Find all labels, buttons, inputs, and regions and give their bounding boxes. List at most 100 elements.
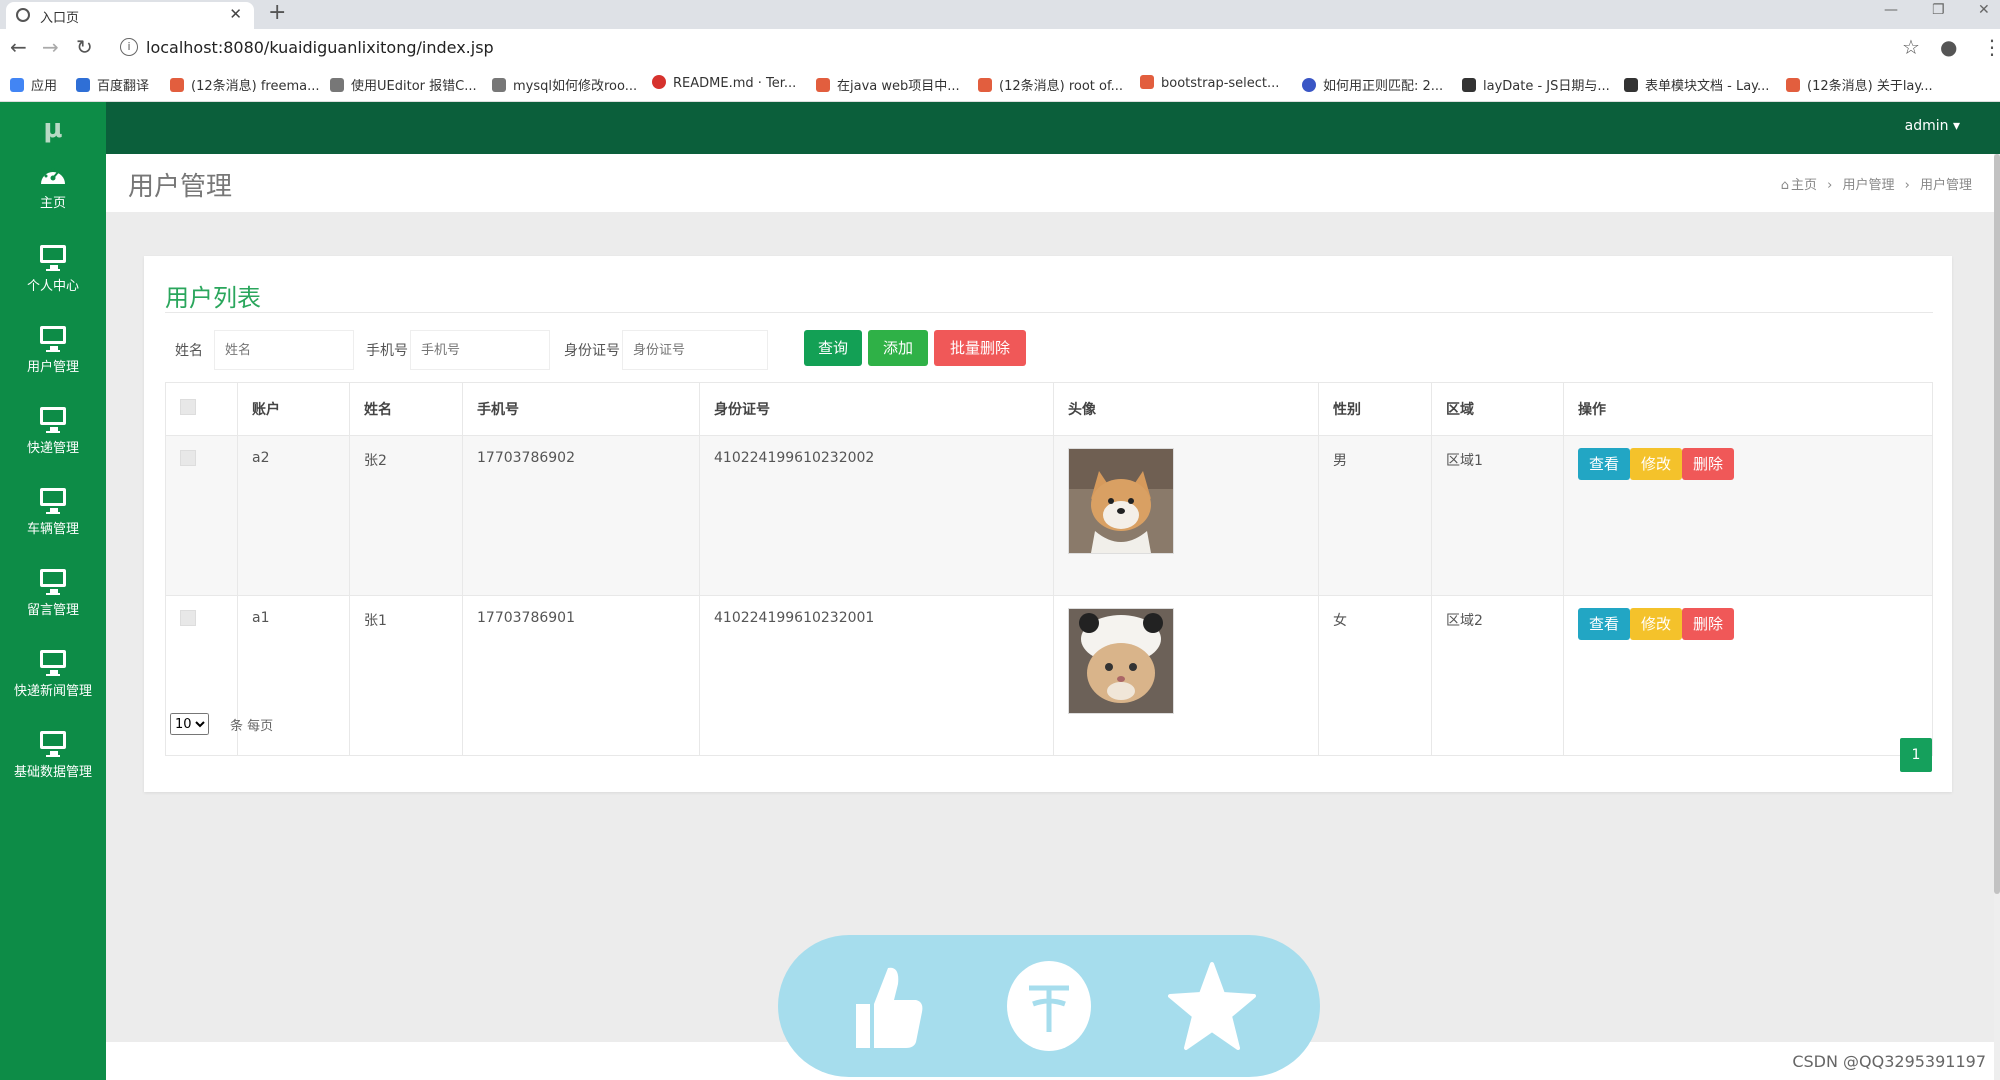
column-header: 区域 (1431, 382, 1564, 436)
coin-icon[interactable] (1005, 960, 1093, 1052)
layui-icon (1624, 78, 1638, 92)
header-select-all[interactable] (165, 382, 238, 436)
bookmark-item[interactable]: bootstrap-select... (1140, 75, 1279, 91)
name-filter-input[interactable] (214, 330, 354, 370)
user-list-card: 用户列表 姓名 手机号 身份证号 查询 添加 批量删除 账户 姓名 手机号 身份… (144, 256, 1952, 792)
csdn-icon (170, 78, 184, 92)
breadcrumb-home[interactable]: 主页 (1791, 178, 1817, 193)
site-icon (492, 78, 506, 92)
bookmark-item[interactable]: (12条消息) freema... (170, 75, 319, 94)
query-button[interactable]: 查询 (804, 330, 862, 366)
bookmark-item[interactable]: README.md · Ter... (652, 75, 796, 91)
site-icon (330, 78, 344, 92)
bookmark-item[interactable]: 使用UEditor 报错C... (330, 75, 477, 94)
sidebar-item-label: 主页 (39, 196, 66, 211)
row-checkbox[interactable] (180, 610, 196, 626)
sidebar-item-basic-data[interactable]: 基础数据管理 (0, 731, 106, 803)
sidebar-item-user-management[interactable]: 用户管理 (0, 326, 106, 398)
translate-icon (76, 78, 90, 92)
account-cell: a2 (237, 435, 350, 596)
sidebar-item-express-management[interactable]: 快递管理 (0, 407, 106, 479)
bookmark-item[interactable]: 表单模块文档 - Lay... (1624, 75, 1769, 94)
table-row: a2 张2 17703786902 410224199610232002 男 区… (165, 435, 1933, 596)
restore-icon[interactable]: ❐ (1932, 2, 1945, 18)
sidebar-item-label: 车辆管理 (26, 522, 79, 537)
minimize-icon[interactable]: — (1884, 2, 1898, 18)
user-menu[interactable]: admin ▾ (1905, 118, 1960, 134)
page-size-select[interactable]: 10 (170, 713, 209, 735)
delete-button[interactable]: 删除 (1682, 608, 1734, 640)
csdn-icon (816, 78, 830, 92)
id-filter-input[interactable] (622, 330, 768, 370)
monitor-icon (40, 488, 66, 514)
id-number-cell: 410224199610232001 (699, 595, 1054, 756)
name-cell: 张1 (349, 595, 463, 756)
page-title: 用户管理 (128, 172, 233, 202)
star-icon[interactable] (1168, 960, 1256, 1052)
scrollbar-thumb[interactable] (1994, 154, 2000, 894)
new-tab-button[interactable]: + (268, 0, 286, 25)
id-number-cell: 410224199610232002 (699, 435, 1054, 596)
column-header: 手机号 (462, 382, 700, 436)
bookmark-item[interactable]: 在java web项目中... (816, 75, 960, 94)
baidu-icon (1302, 78, 1316, 92)
edit-button[interactable]: 修改 (1630, 448, 1682, 480)
edit-button[interactable]: 修改 (1630, 608, 1682, 640)
url-text[interactable]: localhost:8080/kuaidiguanlixitong/index.… (146, 38, 494, 57)
breadcrumb-item[interactable]: 用户管理 (1842, 178, 1894, 193)
bookmark-item[interactable]: 百度翻译 (76, 75, 149, 94)
bookmark-item[interactable]: (12条消息) root of... (978, 75, 1123, 94)
phone-cell: 17703786902 (462, 435, 700, 596)
reload-icon[interactable]: ↻ (76, 35, 93, 59)
column-header: 操作 (1563, 382, 1933, 436)
sidebar-item-label: 快递管理 (26, 441, 79, 456)
profile-icon[interactable]: ● (1940, 35, 1957, 59)
cat-avatar (1068, 608, 1174, 714)
browser-tab[interactable]: 入口页 ✕ (6, 2, 254, 29)
bookmark-item[interactable]: layDate - JS日期与... (1462, 75, 1610, 94)
name-filter-label: 姓名 (175, 343, 203, 359)
bookmark-star-icon[interactable]: ☆ (1902, 35, 1920, 59)
thumbs-up-icon[interactable] (840, 960, 928, 1052)
info-icon[interactable]: i (120, 38, 138, 56)
pagination-page-1[interactable]: 1 (1900, 738, 1932, 772)
sidebar-item-label: 用户管理 (26, 360, 79, 375)
csdn-icon (1786, 78, 1800, 92)
delete-button[interactable]: 删除 (1682, 448, 1734, 480)
add-button[interactable]: 添加 (868, 330, 928, 366)
app-logo[interactable]: μ (0, 114, 106, 144)
tab-close-icon[interactable]: ✕ (229, 5, 242, 23)
back-icon[interactable]: ← (10, 35, 27, 59)
sidebar-item-vehicle-management[interactable]: 车辆管理 (0, 488, 106, 560)
breadcrumb-separator: › (1904, 178, 1910, 193)
avatar-cell (1053, 435, 1319, 596)
bookmark-apps[interactable]: 应用 (10, 75, 57, 94)
bookmark-item[interactable]: mysql如何修改roo... (492, 75, 637, 94)
sidebar-item-message-management[interactable]: 留言管理 (0, 569, 106, 641)
tab-title: 入口页 (40, 11, 80, 26)
sidebar: μ 主页 个人中心 用户管理 快递管理 车辆管理 留言管理 快递新闻管理 基础数… (0, 102, 106, 1080)
monitor-icon (40, 326, 66, 352)
sidebar-item-personal-center[interactable]: 个人中心 (0, 245, 106, 317)
apps-grid-icon (10, 78, 24, 92)
bookmark-item[interactable]: (12条消息) 关于lay... (1786, 75, 1933, 94)
view-button[interactable]: 查看 (1578, 608, 1630, 640)
phone-filter-input[interactable] (410, 330, 550, 370)
page-scrollbar[interactable] (1994, 154, 2000, 1080)
window-close-icon[interactable]: ✕ (1978, 2, 1990, 18)
sidebar-item-home[interactable]: 主页 (0, 164, 106, 236)
url-field[interactable]: i localhost:8080/kuaidiguanlixitong/inde… (112, 33, 1912, 63)
monitor-icon (40, 245, 66, 271)
row-checkbox[interactable] (180, 450, 196, 466)
user-table: 账户 姓名 手机号 身份证号 头像 性别 区域 操作 a2 张2 1770378… (165, 382, 1933, 756)
sidebar-item-label: 快递新闻管理 (13, 684, 92, 699)
forward-icon[interactable]: → (42, 35, 59, 59)
view-button[interactable]: 查看 (1578, 448, 1630, 480)
menu-dots-icon[interactable]: ⋮ (1982, 35, 2000, 59)
bookmark-item[interactable]: 如何用正则匹配: 2... (1302, 75, 1443, 94)
sidebar-item-express-news[interactable]: 快递新闻管理 (0, 650, 106, 722)
name-cell: 张2 (349, 435, 463, 596)
select-all-checkbox[interactable] (180, 399, 196, 415)
batch-delete-button[interactable]: 批量删除 (934, 330, 1026, 366)
phone-cell: 17703786901 (462, 595, 700, 756)
